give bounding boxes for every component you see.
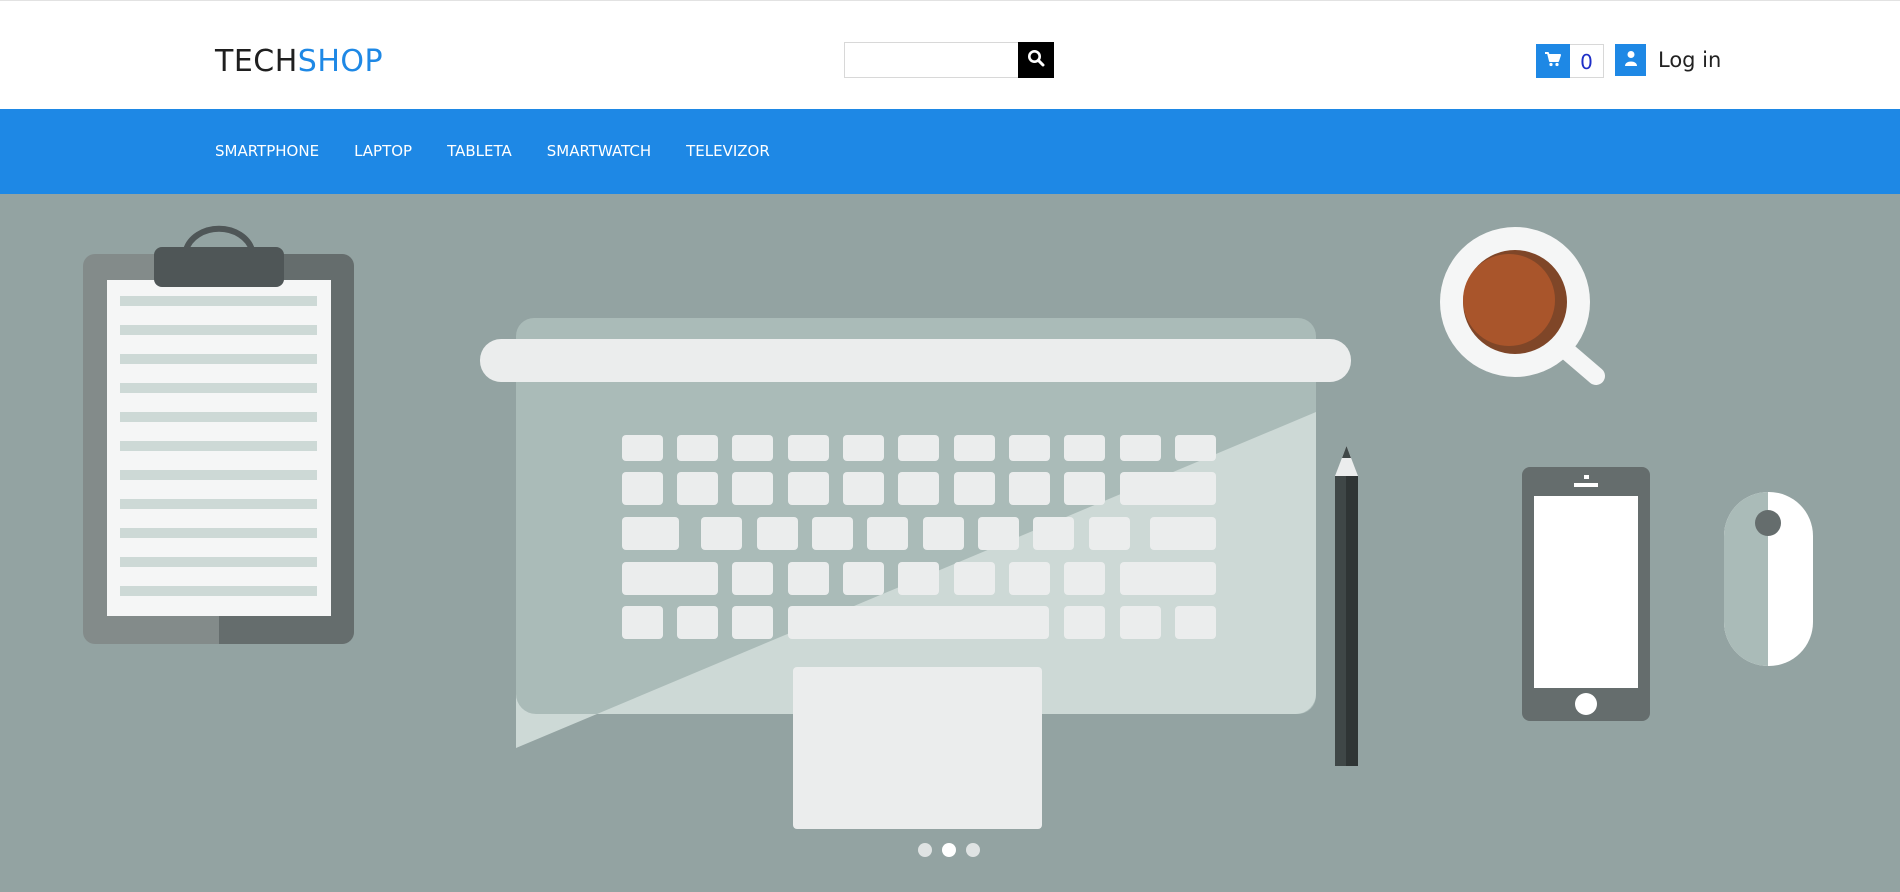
login-label[interactable]: Log in	[1658, 44, 1721, 76]
site-logo[interactable]: TECHSHOP	[215, 41, 383, 83]
clipboard-illustration	[83, 225, 354, 644]
logo-part-2: SHOP	[297, 44, 384, 79]
cart-widget[interactable]: 0	[1536, 44, 1604, 78]
cart-icon	[1544, 51, 1562, 71]
user-button[interactable]	[1615, 44, 1646, 76]
search-bar	[844, 42, 1054, 78]
coffee-cup-illustration	[1440, 227, 1605, 385]
user-icon	[1624, 50, 1638, 70]
page: TECHSHOP 0 Log in SMARTPHONE LAPTOP TABL…	[0, 0, 1900, 892]
cart-count: 0	[1570, 44, 1604, 78]
login-link[interactable]: Log in	[1615, 44, 1721, 76]
site-header: TECHSHOP 0 Log in	[0, 0, 1900, 109]
carousel-dot-2[interactable]	[942, 843, 956, 857]
hero-illustration	[83, 225, 1813, 829]
nav-item-smartwatch[interactable]: SMARTWATCH	[547, 141, 651, 161]
mouse-illustration	[1724, 492, 1813, 666]
phone-illustration	[1522, 467, 1650, 721]
carousel-indicators	[918, 843, 980, 857]
search-button[interactable]	[1018, 42, 1054, 78]
nav-item-laptop[interactable]: LAPTOP	[354, 141, 412, 161]
search-input[interactable]	[844, 42, 1018, 78]
logo-part-1: TECH	[215, 44, 298, 79]
nav-item-televizor[interactable]: TELEVIZOR	[686, 141, 770, 161]
pencil-illustration	[1335, 446, 1358, 766]
laptop-illustration	[480, 318, 1351, 829]
cart-button[interactable]	[1536, 44, 1570, 78]
nav-item-tableta[interactable]: TABLETA	[447, 141, 512, 161]
nav-item-smartphone[interactable]: SMARTPHONE	[215, 141, 319, 161]
search-icon	[1027, 49, 1045, 71]
carousel-dot-1[interactable]	[918, 843, 932, 857]
carousel-dot-3[interactable]	[966, 843, 980, 857]
category-nav: SMARTPHONE LAPTOP TABLETA SMARTWATCH TEL…	[0, 109, 1900, 194]
hero-banner	[0, 194, 1900, 892]
